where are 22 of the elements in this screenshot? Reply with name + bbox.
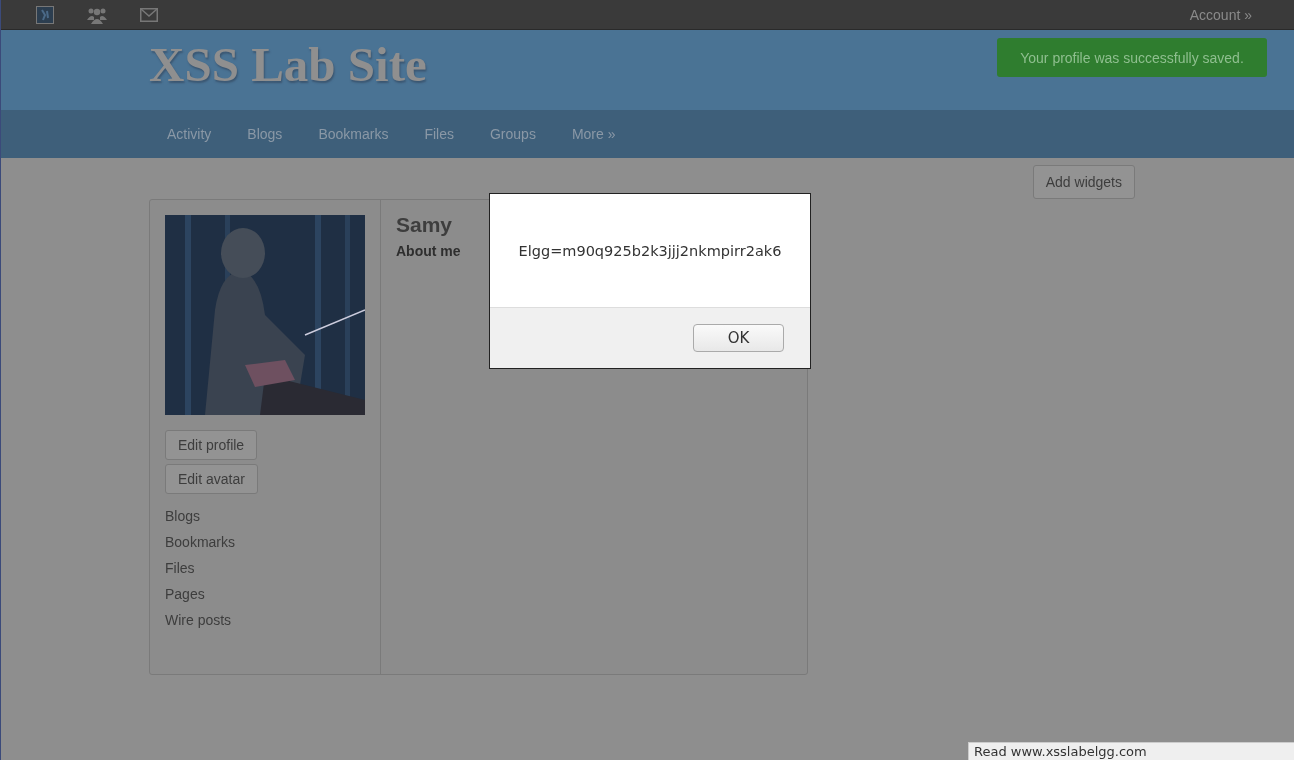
profile-name: Samy — [396, 213, 454, 237]
profile-link[interactable]: Blogs — [165, 508, 236, 524]
profile-link[interactable]: Bookmarks — [165, 534, 236, 550]
nav-link[interactable]: Files — [406, 126, 472, 142]
profile-button[interactable]: Edit avatar — [165, 464, 258, 494]
nav-link[interactable]: Blogs — [229, 126, 301, 142]
account-link[interactable]: Account » — [1189, 6, 1252, 23]
mail-icon[interactable] — [140, 7, 158, 22]
nav-link[interactable]: More » — [553, 126, 634, 142]
profile-button[interactable]: Edit profile — [165, 430, 258, 460]
ok-button[interactable]: OK — [693, 324, 784, 352]
success-message: Your profile was successfully saved. — [997, 38, 1267, 77]
profile-link[interactable]: Files — [165, 560, 236, 576]
status-bar: Read www.xsslabelgg.com — [968, 742, 1294, 760]
nav-link[interactable]: Groups — [471, 126, 554, 142]
profile-link[interactable]: Pages — [165, 586, 236, 602]
nav-link[interactable]: Bookmarks — [300, 126, 407, 142]
profile-link[interactable]: Wire posts — [165, 612, 236, 628]
site-logo-icon[interactable] — [36, 5, 54, 24]
nav-link[interactable]: Activity — [149, 126, 230, 142]
add-widgets-button[interactable]: Add widgets — [1032, 165, 1135, 199]
about-label: About me — [396, 243, 461, 259]
